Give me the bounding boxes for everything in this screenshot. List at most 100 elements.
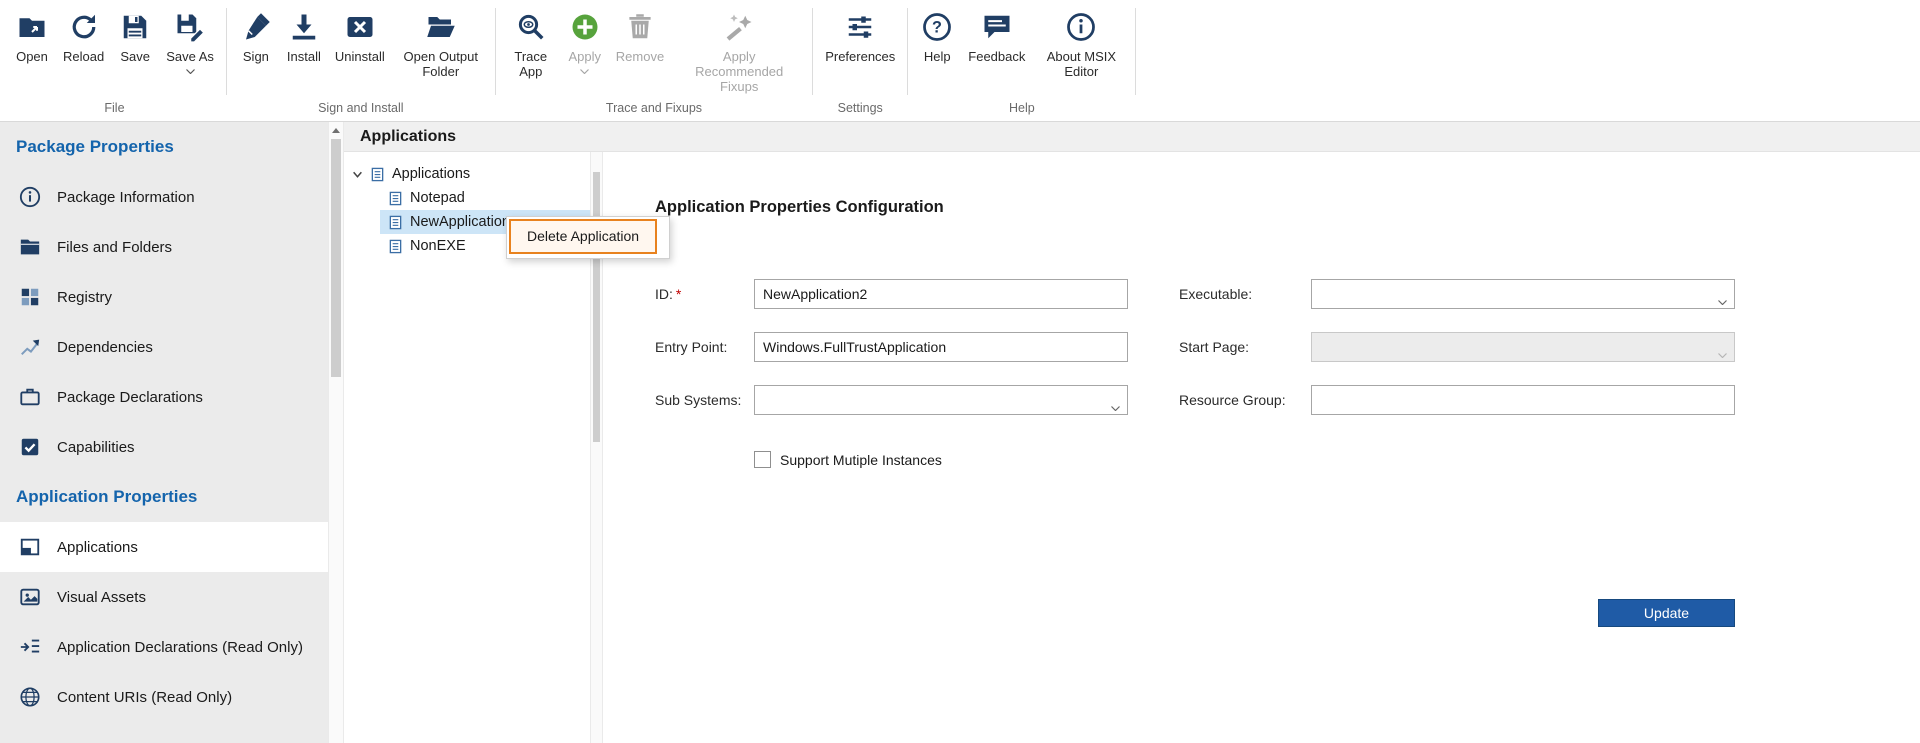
save-as-button[interactable]: Save As (159, 4, 221, 99)
button-label: Save (120, 49, 151, 64)
tree-node-notepad[interactable]: Notepad (344, 186, 590, 210)
button-label: Remove (615, 49, 665, 64)
required-marker: * (675, 286, 682, 302)
ribbon-group-label: Help (1008, 101, 1035, 115)
uninstall-icon (343, 10, 377, 44)
ribbon-group-separator (812, 8, 814, 95)
sidebar-section-application-properties: Application Properties (16, 487, 198, 506)
sign-button[interactable]: Sign (232, 4, 280, 99)
image-icon (18, 586, 41, 609)
executable-combobox[interactable] (1311, 279, 1735, 309)
remove-icon (623, 10, 657, 44)
sidebar-item-application-declarations[interactable]: Application Declarations (Read Only) (0, 622, 328, 672)
sidebar-item-label: Applications (57, 538, 138, 556)
sidebar-item-label: Registry (57, 288, 113, 306)
application-properties-panel: Application Properties Configuration ID:… (603, 152, 1920, 743)
uninstall-button[interactable]: Uninstall (328, 4, 392, 99)
chevron-down-icon (580, 67, 590, 75)
sidebar-item-package-declarations[interactable]: Package Declarations (0, 372, 328, 422)
form-title: Application Properties Configuration (655, 198, 944, 216)
sidebar-item-registry[interactable]: Registry (0, 272, 328, 322)
chevron-expanded-icon[interactable] (352, 169, 363, 180)
sidebar-item-capabilities[interactable]: Capabilities (0, 422, 328, 472)
ribbon-group-label: File (104, 101, 125, 115)
preferences-button[interactable]: Preferences (818, 4, 902, 99)
id-input[interactable] (754, 279, 1128, 309)
about-icon (1064, 10, 1098, 44)
open-button[interactable]: Open (8, 4, 56, 99)
checkbox-label: Support Mutiple Instances (780, 451, 942, 468)
applications-icon (18, 536, 41, 559)
resource-group-label: Resource Group: (1179, 392, 1286, 408)
document-icon (388, 239, 403, 254)
button-label: Apply (568, 49, 602, 64)
ribbon-group-separator (907, 8, 909, 95)
tree-node-label: Notepad (410, 190, 465, 206)
ribbon-group-separator (1135, 8, 1137, 95)
resource-group-input[interactable] (1311, 385, 1735, 415)
chevron-down-icon (1718, 292, 1727, 308)
sidebar-item-package-information[interactable]: Package Information (0, 172, 328, 222)
button-label: Uninstall (334, 49, 385, 64)
install-button[interactable]: Install (280, 4, 328, 99)
reload-button[interactable]: Reload (56, 4, 111, 99)
svg-text:?: ? (932, 19, 942, 37)
apply-recommended-fixups-icon (722, 10, 756, 44)
sidebar-item-files-and-folders[interactable]: Files and Folders (0, 222, 328, 272)
button-label: Trace App (514, 49, 548, 79)
trace-app-button[interactable]: Trace App (501, 4, 561, 99)
tree-node-label: NonEXE (410, 238, 466, 254)
checkbox-check-icon (18, 436, 41, 459)
document-icon (388, 215, 403, 230)
button-label: Help (923, 49, 951, 64)
open-icon (15, 10, 49, 44)
sidebar-scrollbar[interactable] (328, 122, 344, 743)
feedback-button[interactable]: Feedback (961, 4, 1032, 99)
scrollbar-thumb[interactable] (331, 139, 341, 377)
update-button[interactable]: Update (1598, 599, 1735, 627)
tree-node-label: NewApplication2 (410, 214, 519, 230)
scrollbar-thumb[interactable] (593, 172, 600, 442)
button-label: Save As (166, 49, 214, 64)
sidebar-item-label: Dependencies (57, 338, 153, 356)
dependencies-icon (18, 336, 41, 359)
checkbox-box[interactable] (754, 451, 771, 468)
sidebar-item-content-uris[interactable]: Content URIs (Read Only) (0, 672, 328, 722)
sub-systems-label: Sub Systems: (655, 392, 742, 408)
apply-button: Apply (561, 4, 609, 99)
sidebar-item-visual-assets[interactable]: Visual Assets (0, 572, 328, 622)
tree-node-applications-root[interactable]: Applications (344, 162, 590, 186)
install-icon (287, 10, 321, 44)
about-msix-editor-button[interactable]: About MSIX Editor (1032, 4, 1130, 99)
ribbon-group-label: Sign and Install (318, 101, 404, 115)
entry-point-input[interactable] (754, 332, 1128, 362)
page-title: Applications (344, 122, 1920, 152)
save-as-icon (173, 10, 207, 44)
tree-node-label: Applications (392, 166, 471, 182)
ribbon-group-separator (494, 8, 496, 95)
sign-icon (239, 10, 273, 44)
preferences-icon (843, 10, 877, 44)
info-circle-icon (18, 186, 41, 209)
delete-application-menu-item[interactable]: Delete Application (509, 219, 658, 254)
open-output-folder-button[interactable]: Open Output Folder (392, 4, 490, 99)
navigation-sidebar: Package Properties Package Information F… (0, 122, 328, 743)
reload-icon (67, 10, 101, 44)
sidebar-item-label: Application Declarations (Read Only) (57, 638, 303, 656)
scrollbar-up-arrow-icon[interactable] (329, 122, 343, 138)
start-page-field (1311, 332, 1735, 362)
open-output-folder-icon (424, 10, 458, 44)
help-button[interactable]: ? Help (913, 4, 961, 99)
support-multiple-instances-checkbox[interactable]: Support Mutiple Instances (754, 451, 942, 468)
trace-app-icon (514, 10, 548, 44)
arrow-list-icon (18, 636, 41, 659)
button-label: About MSIX Editor (1046, 49, 1117, 79)
sidebar-item-dependencies[interactable]: Dependencies (0, 322, 328, 372)
save-icon (118, 10, 152, 44)
entry-point-label: Entry Point: (655, 339, 728, 355)
apply-icon (568, 10, 602, 44)
save-button[interactable]: Save (111, 4, 159, 99)
sidebar-item-applications[interactable]: Applications (0, 522, 328, 572)
ribbon-toolbar: Open Reload Save Save As File Sign Insta… (0, 0, 1920, 122)
sub-systems-combobox[interactable] (754, 385, 1128, 415)
